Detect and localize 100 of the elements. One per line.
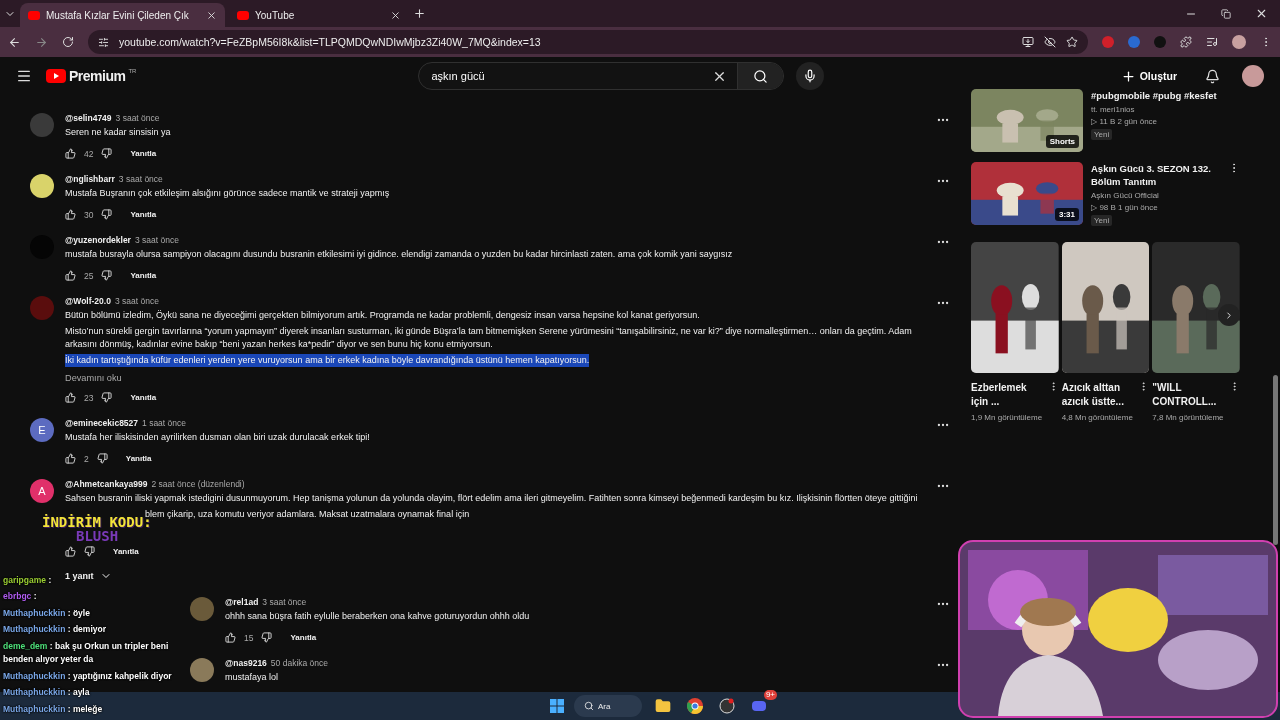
- like-icon[interactable]: [65, 453, 76, 464]
- new-badge: Yeni: [1091, 129, 1113, 140]
- comment-author[interactable]: @yuzenordekler: [65, 235, 131, 245]
- eye-off-icon[interactable]: [1044, 36, 1056, 48]
- dislike-icon[interactable]: [261, 632, 273, 643]
- comment-time[interactable]: 3 saat önce: [118, 174, 163, 184]
- search-icon[interactable]: [584, 701, 594, 711]
- short-title[interactable]: Ezberlemek için ...: [971, 381, 1046, 409]
- user-avatar[interactable]: E: [30, 418, 54, 442]
- browser-tab[interactable]: Mustafa Kızlar Evini Çileden Çık: [20, 3, 225, 27]
- like-count: 25: [84, 270, 94, 281]
- comment-text: Mustafa Buşranın çok etkileşim alsığını görünce sadece mantik ve strateji yapmış: [65, 187, 390, 200]
- reply-button[interactable]: Yanıtla: [130, 149, 157, 158]
- reply-button[interactable]: Yanıtla: [125, 454, 152, 463]
- like-icon[interactable]: [65, 392, 76, 403]
- dislike-icon[interactable]: [101, 270, 113, 281]
- comment-time[interactable]: 3 saat önce: [262, 597, 307, 607]
- scrollbar-thumb[interactable]: [1273, 375, 1278, 545]
- comment-author[interactable]: @Ahmetcankaya999: [65, 479, 148, 489]
- replies-toggle[interactable]: 1 yanıt: [65, 570, 925, 582]
- dislike-icon[interactable]: [84, 546, 95, 557]
- restore-icon[interactable]: [1221, 7, 1231, 20]
- like-icon[interactable]: [65, 270, 76, 281]
- profile-avatar[interactable]: [1242, 65, 1264, 87]
- like-icon[interactable]: [225, 632, 236, 643]
- comment-author[interactable]: @nas9216: [225, 658, 267, 668]
- comment-time[interactable]: 1 saat önce: [142, 418, 186, 428]
- video-duration: 3:31: [1055, 208, 1079, 221]
- dislike-icon[interactable]: [101, 392, 113, 403]
- play-logo-icon[interactable]: [46, 69, 66, 83]
- reply-button[interactable]: Yanıtla: [113, 547, 139, 556]
- like-count: 30: [84, 209, 94, 220]
- reload-icon[interactable]: [62, 36, 74, 48]
- comment-author[interactable]: @eminecekic8527: [65, 418, 139, 428]
- short-title[interactable]: "WILL CONTROLL...: [1152, 381, 1227, 409]
- short-title[interactable]: Azıcık alttan azıcık üstte...: [1061, 381, 1137, 409]
- comment-author[interactable]: @selin4749: [65, 113, 112, 123]
- user-avatar[interactable]: [30, 174, 54, 198]
- video-meta: ▷ 98 B 1 gün önce: [1091, 203, 1159, 212]
- taskbar-search[interactable]: Ara: [574, 695, 642, 717]
- chat-message: Muthaphuckkin : demiyor: [3, 623, 106, 636]
- brand-name[interactable]: Premium: [69, 68, 126, 84]
- record-icon[interactable]: [716, 695, 738, 717]
- like-count: 2: [84, 453, 89, 464]
- comment-author[interactable]: @Wolf-20.0: [65, 296, 111, 306]
- reply-button[interactable]: Yanıtla: [290, 633, 317, 642]
- comment-time[interactable]: 2 saat önce (düzenlendi): [151, 479, 245, 489]
- reply-button[interactable]: Yanıtla: [130, 393, 157, 402]
- chat-message: garipgame :: [3, 573, 52, 587]
- comment-author[interactable]: @nglishbarr: [65, 174, 115, 184]
- video-title[interactable]: #pubgmobile #pubg #kesfet: [1091, 89, 1240, 102]
- dislike-icon[interactable]: [101, 209, 113, 220]
- comment-text: Misto’nun sürekli gergin tavırlarına “yorum yapmayın” diyerek insanları susturman, iki günde Büşra’la tam bitmemişken Serene yürümesini “tanışabilirsiniz, ne var ki?” diye normalleştirmen… onları da geçtim. Adam arkasını dönmüş, kadınlar evine bakıp “beni yazan herkes ka*pedir” diyor ve sen bunu hiç konu etmiyorsun.: [65, 325, 913, 351]
- browser-icon[interactable]: [684, 695, 706, 717]
- close-icon[interactable]: [390, 9, 401, 21]
- close-icon[interactable]: [206, 9, 217, 21]
- mic-button[interactable]: [796, 62, 825, 90]
- like-count: 15: [244, 632, 254, 643]
- menu-icon[interactable]: [16, 68, 32, 84]
- search-bar[interactable]: aşkın gücü: [418, 62, 785, 90]
- comment-time[interactable]: 3 saat önce: [114, 296, 159, 306]
- forward-icon[interactable]: [35, 35, 48, 49]
- browser-tab[interactable]: YouTube: [229, 3, 409, 27]
- bell-icon[interactable]: [1205, 68, 1220, 84]
- comment-text: Mustafa her iliskisinden ayrilirken dusman olan biri uzak durulacak erkek tipi!: [65, 431, 370, 444]
- search-button[interactable]: [737, 63, 784, 89]
- chat-message: Muthaphuckkin : öyle: [3, 606, 90, 620]
- new-tab-icon[interactable]: [413, 7, 426, 20]
- close-icon[interactable]: [1255, 7, 1268, 20]
- comment-time[interactable]: 3 saat önce: [134, 235, 179, 245]
- video-title[interactable]: Aşkın Gücü 3. SEZON 132. Bölüm Tanıtım: [1091, 162, 1220, 188]
- puzzle-icon[interactable]: [1180, 36, 1192, 48]
- star-icon[interactable]: [1066, 36, 1078, 48]
- reply-button[interactable]: Yanıtla: [130, 271, 157, 280]
- like-icon[interactable]: [65, 148, 76, 159]
- comment-time[interactable]: 50 dakika önce: [270, 658, 329, 668]
- chat-message: Muthaphuckkin : yaptığınız kahpelik diyor: [3, 669, 172, 683]
- search-input[interactable]: aşkın gücü: [419, 70, 713, 82]
- like-icon[interactable]: [65, 209, 76, 220]
- install-icon[interactable]: [1022, 36, 1034, 48]
- profile-avatar[interactable]: [1232, 35, 1246, 49]
- search-icon[interactable]: [753, 68, 769, 84]
- channel-name[interactable]: tt. meri1nios: [1091, 105, 1240, 114]
- notification-badge: 9+: [763, 690, 777, 700]
- create-button[interactable]: Oluştur: [1114, 67, 1183, 85]
- comment-time[interactable]: 3 saat önce: [115, 113, 160, 123]
- media-icon[interactable]: [1206, 36, 1218, 48]
- channel-name[interactable]: Aşkın Gücü Official: [1091, 191, 1220, 200]
- dislike-icon[interactable]: [101, 148, 113, 159]
- address-bar[interactable]: youtube.com/watch?v=FeZBpM56I8k&list=TLPQMDQwNDIwMjbz3Zi40W_7MQ&index=13: [88, 30, 1088, 54]
- site-settings-icon[interactable]: [98, 36, 109, 48]
- back-icon[interactable]: [8, 35, 21, 49]
- dislike-icon[interactable]: [96, 453, 108, 464]
- user-avatar[interactable]: A: [30, 479, 54, 503]
- reply-button[interactable]: Yanıtla: [130, 210, 157, 219]
- mic-icon[interactable]: [803, 69, 818, 83]
- like-icon[interactable]: [65, 546, 76, 557]
- plus-icon[interactable]: [1120, 68, 1136, 84]
- comment-author[interactable]: @rel1ad: [225, 597, 259, 607]
- read-more-link[interactable]: Devamını oku: [65, 373, 925, 383]
